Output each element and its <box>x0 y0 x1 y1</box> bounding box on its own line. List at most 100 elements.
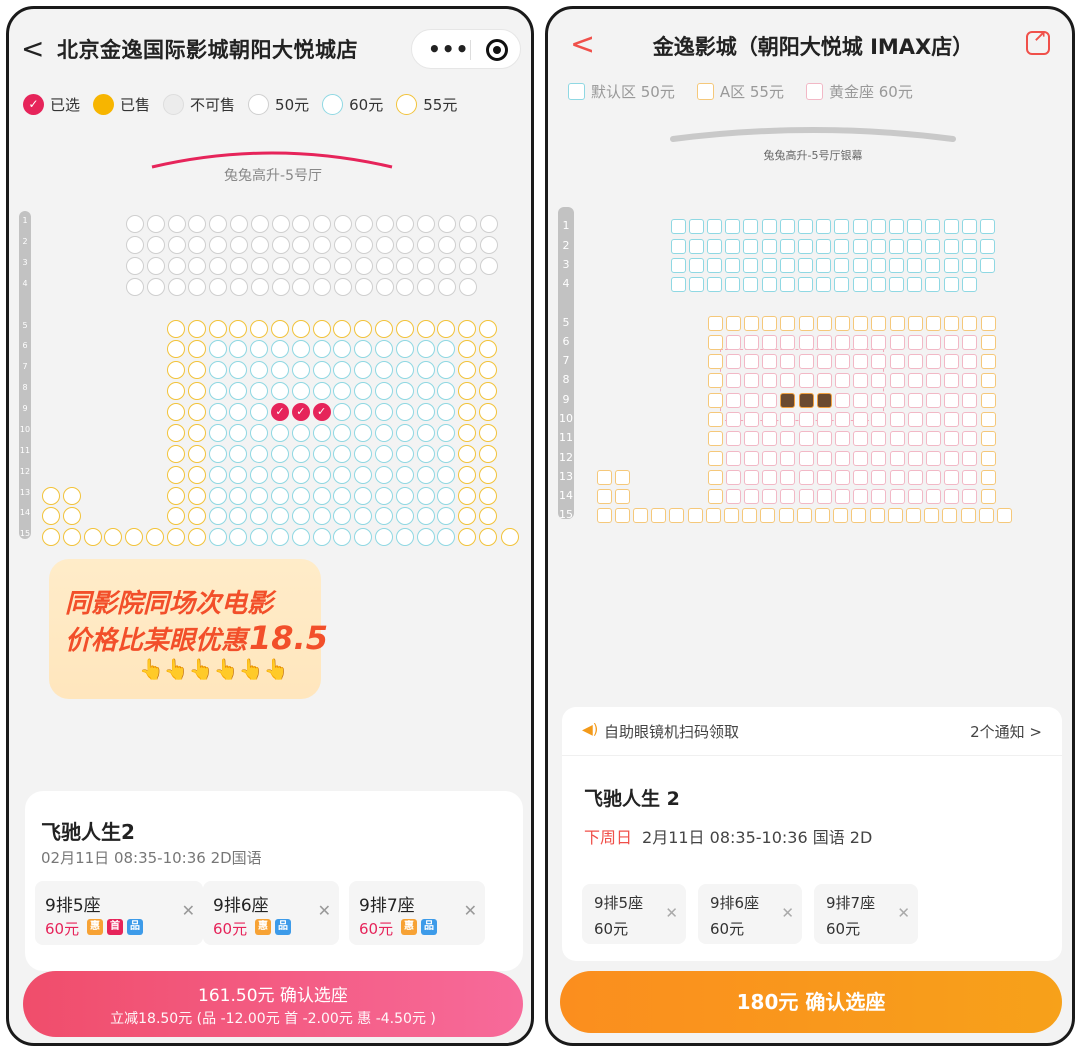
seat[interactable] <box>167 361 185 379</box>
remove-ticket-icon[interactable]: ✕ <box>665 904 678 922</box>
seat[interactable] <box>889 392 905 408</box>
selected-seat[interactable]: ✓ <box>291 403 310 421</box>
seat[interactable] <box>291 340 310 358</box>
seat[interactable] <box>271 236 290 254</box>
seat[interactable] <box>187 487 206 505</box>
seat[interactable] <box>871 488 887 504</box>
seat[interactable] <box>167 424 185 442</box>
seat[interactable] <box>438 215 456 233</box>
seat[interactable] <box>479 382 497 400</box>
seat[interactable] <box>669 507 685 523</box>
seat[interactable] <box>596 469 612 485</box>
seat[interactable] <box>980 372 996 388</box>
seat[interactable] <box>271 361 289 379</box>
seat[interactable] <box>208 424 227 442</box>
seat[interactable] <box>438 257 456 275</box>
seat[interactable] <box>312 445 331 463</box>
seat[interactable] <box>743 315 759 331</box>
seat[interactable] <box>416 320 435 338</box>
seat[interactable] <box>614 507 630 523</box>
seat[interactable] <box>743 450 759 466</box>
seat[interactable] <box>762 392 778 408</box>
seat[interactable] <box>292 236 311 254</box>
seat[interactable] <box>870 238 886 254</box>
seat[interactable] <box>416 340 435 358</box>
seat[interactable] <box>333 528 352 546</box>
seat[interactable] <box>229 528 248 546</box>
seat[interactable] <box>725 488 741 504</box>
seat[interactable] <box>229 424 248 442</box>
seat[interactable] <box>291 445 310 463</box>
seat[interactable] <box>980 353 996 369</box>
seat[interactable] <box>762 469 778 485</box>
seat[interactable] <box>871 334 887 350</box>
seat[interactable] <box>209 278 228 296</box>
seat[interactable] <box>944 392 960 408</box>
seat[interactable] <box>743 469 759 485</box>
seat[interactable] <box>437 528 456 546</box>
seat[interactable] <box>416 361 435 379</box>
seat[interactable] <box>167 257 186 275</box>
seat[interactable] <box>417 257 436 275</box>
seat[interactable] <box>271 215 290 233</box>
seat[interactable] <box>229 466 248 484</box>
seat[interactable] <box>780 450 796 466</box>
seat[interactable] <box>853 450 869 466</box>
seat[interactable] <box>188 278 207 296</box>
seat[interactable] <box>291 424 310 442</box>
seat[interactable] <box>962 411 978 427</box>
seat[interactable] <box>961 218 977 234</box>
seat[interactable] <box>208 382 227 400</box>
seat[interactable] <box>250 361 269 379</box>
seat[interactable] <box>417 278 436 296</box>
seat[interactable] <box>780 430 796 446</box>
seat[interactable] <box>725 430 741 446</box>
seat[interactable] <box>312 487 331 505</box>
seat[interactable] <box>614 469 630 485</box>
seat[interactable] <box>146 257 165 275</box>
seat[interactable] <box>333 340 352 358</box>
seat[interactable] <box>187 445 206 463</box>
selected-seat[interactable] <box>780 392 796 408</box>
seat[interactable] <box>395 361 414 379</box>
seat[interactable] <box>395 382 414 400</box>
seat[interactable] <box>187 466 206 484</box>
seat[interactable] <box>707 315 723 331</box>
seat[interactable] <box>334 236 352 254</box>
seat[interactable] <box>960 507 976 523</box>
seat[interactable] <box>725 372 741 388</box>
seat[interactable] <box>743 238 759 254</box>
seat[interactable] <box>375 278 394 296</box>
seat[interactable] <box>208 403 227 421</box>
notice-bar[interactable]: ◀) 自助眼镜机扫码领取 2个通知 > <box>562 707 1062 755</box>
seat[interactable] <box>907 257 923 273</box>
seat[interactable] <box>271 278 290 296</box>
seat[interactable] <box>816 430 832 446</box>
seat[interactable] <box>375 340 393 358</box>
seat[interactable] <box>889 315 905 331</box>
seat[interactable] <box>925 450 941 466</box>
seat[interactable] <box>375 236 394 254</box>
seat[interactable] <box>375 466 393 484</box>
seat[interactable] <box>354 215 373 233</box>
seat[interactable] <box>816 257 832 273</box>
seat[interactable] <box>944 372 960 388</box>
seat[interactable] <box>907 450 923 466</box>
seat[interactable] <box>354 278 373 296</box>
seat[interactable] <box>146 215 165 233</box>
seat[interactable] <box>458 466 477 484</box>
seat[interactable] <box>250 487 269 505</box>
seat[interactable] <box>962 353 978 369</box>
seat[interactable] <box>416 403 435 421</box>
seat[interactable] <box>924 507 940 523</box>
seat[interactable] <box>907 430 923 446</box>
seat[interactable] <box>416 445 435 463</box>
seat[interactable] <box>271 257 290 275</box>
seat[interactable] <box>187 424 206 442</box>
seat[interactable] <box>725 238 741 254</box>
seat[interactable] <box>250 528 269 546</box>
seat[interactable] <box>458 528 477 546</box>
seat[interactable] <box>229 507 248 525</box>
seat[interactable] <box>816 488 832 504</box>
selected-seat[interactable] <box>798 392 814 408</box>
